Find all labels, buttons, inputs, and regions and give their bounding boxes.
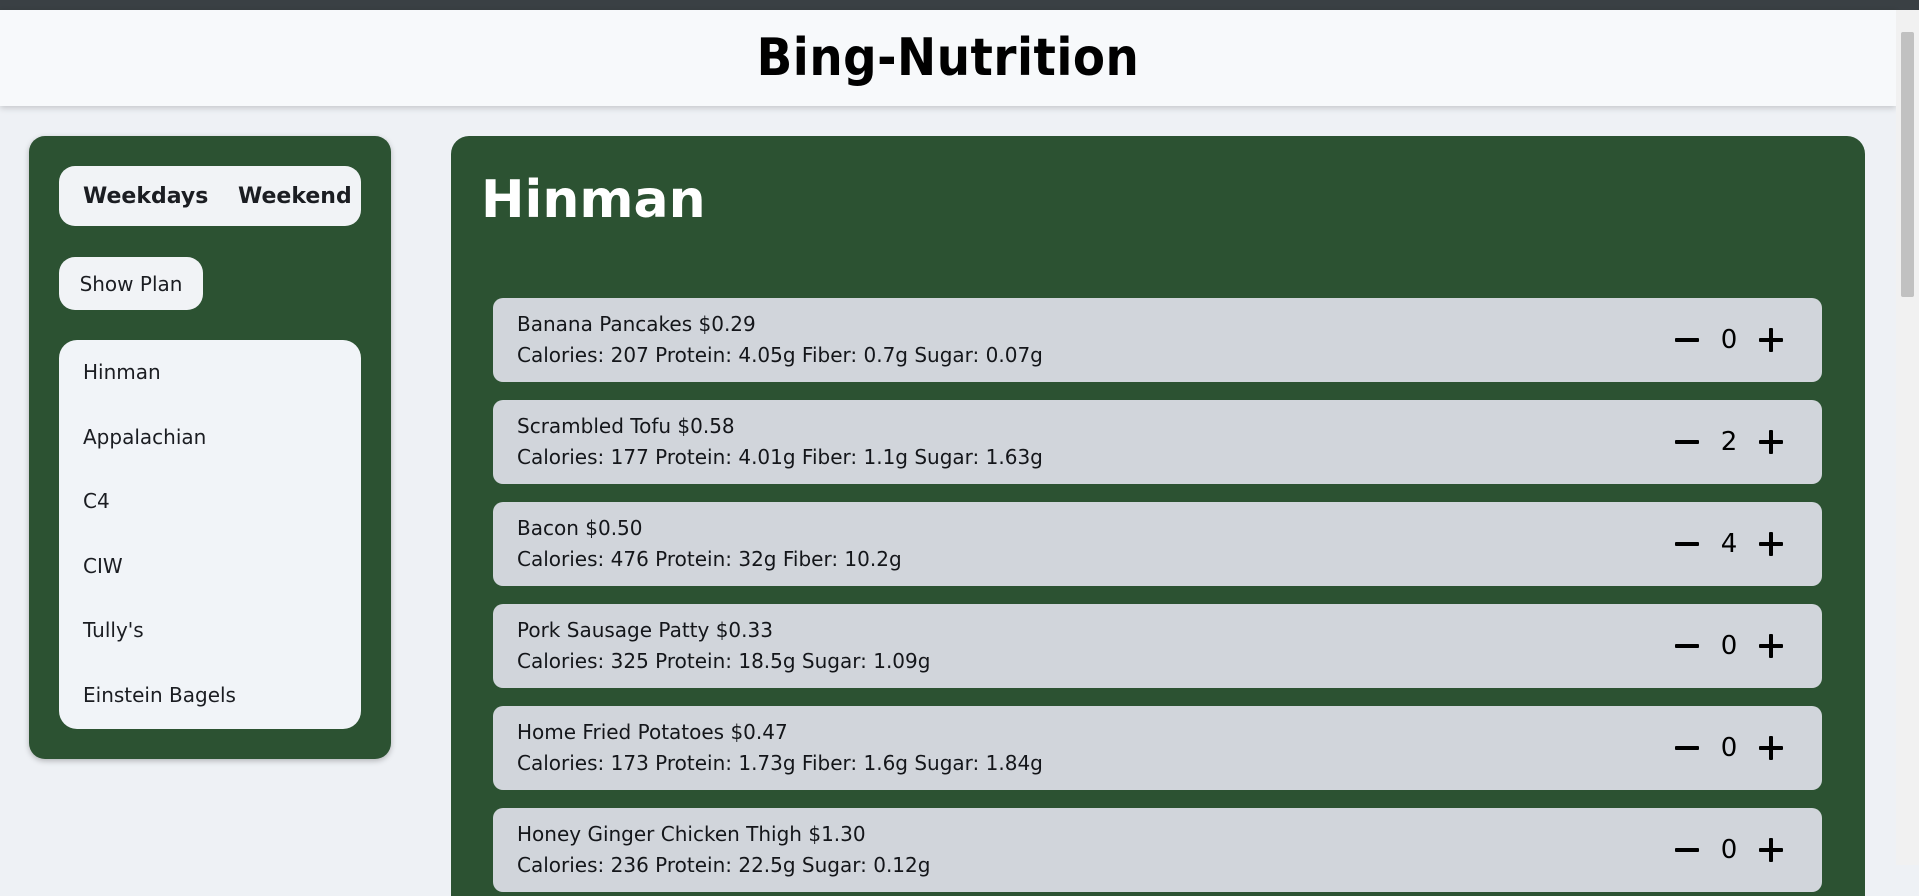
quantity-stepper: 0	[1672, 626, 1786, 666]
schedule-tabs: Weekdays Weekend	[59, 166, 361, 226]
menu-item-nutrition: Calories: 325 Protein: 18.5g Sugar: 1.09…	[517, 649, 931, 673]
menu-item-name: Banana Pancakes $0.29	[517, 312, 756, 336]
scrollbar-thumb[interactable]	[1901, 32, 1914, 297]
app-title: Bing-Nutrition	[756, 28, 1140, 88]
plus-icon[interactable]	[1756, 529, 1786, 559]
quantity-value: 0	[1720, 325, 1738, 355]
quantity-value: 4	[1720, 529, 1738, 559]
sidebar-item-c4[interactable]: C4	[83, 489, 110, 513]
menu-item-nutrition: Calories: 207 Protein: 4.05g Fiber: 0.7g…	[517, 343, 1043, 367]
quantity-stepper: 2	[1672, 422, 1786, 462]
plus-icon[interactable]	[1756, 835, 1786, 865]
tab-weekdays[interactable]: Weekdays	[83, 184, 208, 209]
sidebar-item-appalachian[interactable]: Appalachian	[83, 425, 206, 449]
quantity-stepper: 0	[1672, 320, 1786, 360]
sidebar: Weekdays Weekend Show Plan Hinman Appala…	[29, 136, 391, 759]
menu-item-nutrition: Calories: 173 Protein: 1.73g Fiber: 1.6g…	[517, 751, 1043, 775]
menu-item-name: Home Fried Potatoes $0.47	[517, 720, 788, 744]
menu-item-nutrition: Calories: 177 Protein: 4.01g Fiber: 1.1g…	[517, 445, 1043, 469]
minus-icon[interactable]	[1672, 733, 1702, 763]
plus-icon[interactable]	[1756, 325, 1786, 355]
app-header: Bing-Nutrition	[0, 10, 1896, 106]
quantity-value: 2	[1720, 427, 1738, 457]
minus-icon[interactable]	[1672, 835, 1702, 865]
sidebar-item-einstein-bagels[interactable]: Einstein Bagels	[83, 683, 236, 707]
menu-panel: Hinman Banana Pancakes $0.29 Calories: 2…	[451, 136, 1865, 896]
plus-icon[interactable]	[1756, 733, 1786, 763]
browser-top-strip	[0, 0, 1919, 10]
plus-icon[interactable]	[1756, 631, 1786, 661]
quantity-stepper: 0	[1672, 830, 1786, 870]
dining-hall-list: Hinman Appalachian C4 CIW Tully's Einste…	[59, 340, 361, 729]
minus-icon[interactable]	[1672, 325, 1702, 355]
menu-item-name: Honey Ginger Chicken Thigh $1.30	[517, 822, 866, 846]
minus-icon[interactable]	[1672, 427, 1702, 457]
minus-icon[interactable]	[1672, 529, 1702, 559]
sidebar-item-ciw[interactable]: CIW	[83, 554, 123, 578]
menu-item-name: Scrambled Tofu $0.58	[517, 414, 735, 438]
minus-icon[interactable]	[1672, 631, 1702, 661]
menu-item-name: Pork Sausage Patty $0.33	[517, 618, 773, 642]
quantity-stepper: 4	[1672, 524, 1786, 564]
quantity-value: 0	[1720, 835, 1738, 865]
menu-item-row: Scrambled Tofu $0.58 Calories: 177 Prote…	[493, 400, 1822, 484]
show-plan-button[interactable]: Show Plan	[59, 257, 203, 310]
menu-item-row: Pork Sausage Patty $0.33 Calories: 325 P…	[493, 604, 1822, 688]
menu-item-nutrition: Calories: 236 Protein: 22.5g Sugar: 0.12…	[517, 853, 931, 877]
page-scrollbar[interactable]	[1896, 10, 1919, 865]
quantity-stepper: 0	[1672, 728, 1786, 768]
menu-item-row: Banana Pancakes $0.29 Calories: 207 Prot…	[493, 298, 1822, 382]
tab-weekend[interactable]: Weekend	[238, 184, 352, 209]
sidebar-item-hinman[interactable]: Hinman	[83, 360, 161, 384]
quantity-value: 0	[1720, 631, 1738, 661]
page-title: Hinman	[481, 170, 706, 230]
menu-item-name: Bacon $0.50	[517, 516, 643, 540]
sidebar-item-tullys[interactable]: Tully's	[83, 618, 144, 642]
quantity-value: 0	[1720, 733, 1738, 763]
menu-item-row: Home Fried Potatoes $0.47 Calories: 173 …	[493, 706, 1822, 790]
menu-item-row: Bacon $0.50 Calories: 476 Protein: 32g F…	[493, 502, 1822, 586]
menu-item-nutrition: Calories: 476 Protein: 32g Fiber: 10.2g	[517, 547, 902, 571]
plus-icon[interactable]	[1756, 427, 1786, 457]
menu-item-row: Honey Ginger Chicken Thigh $1.30 Calorie…	[493, 808, 1822, 892]
